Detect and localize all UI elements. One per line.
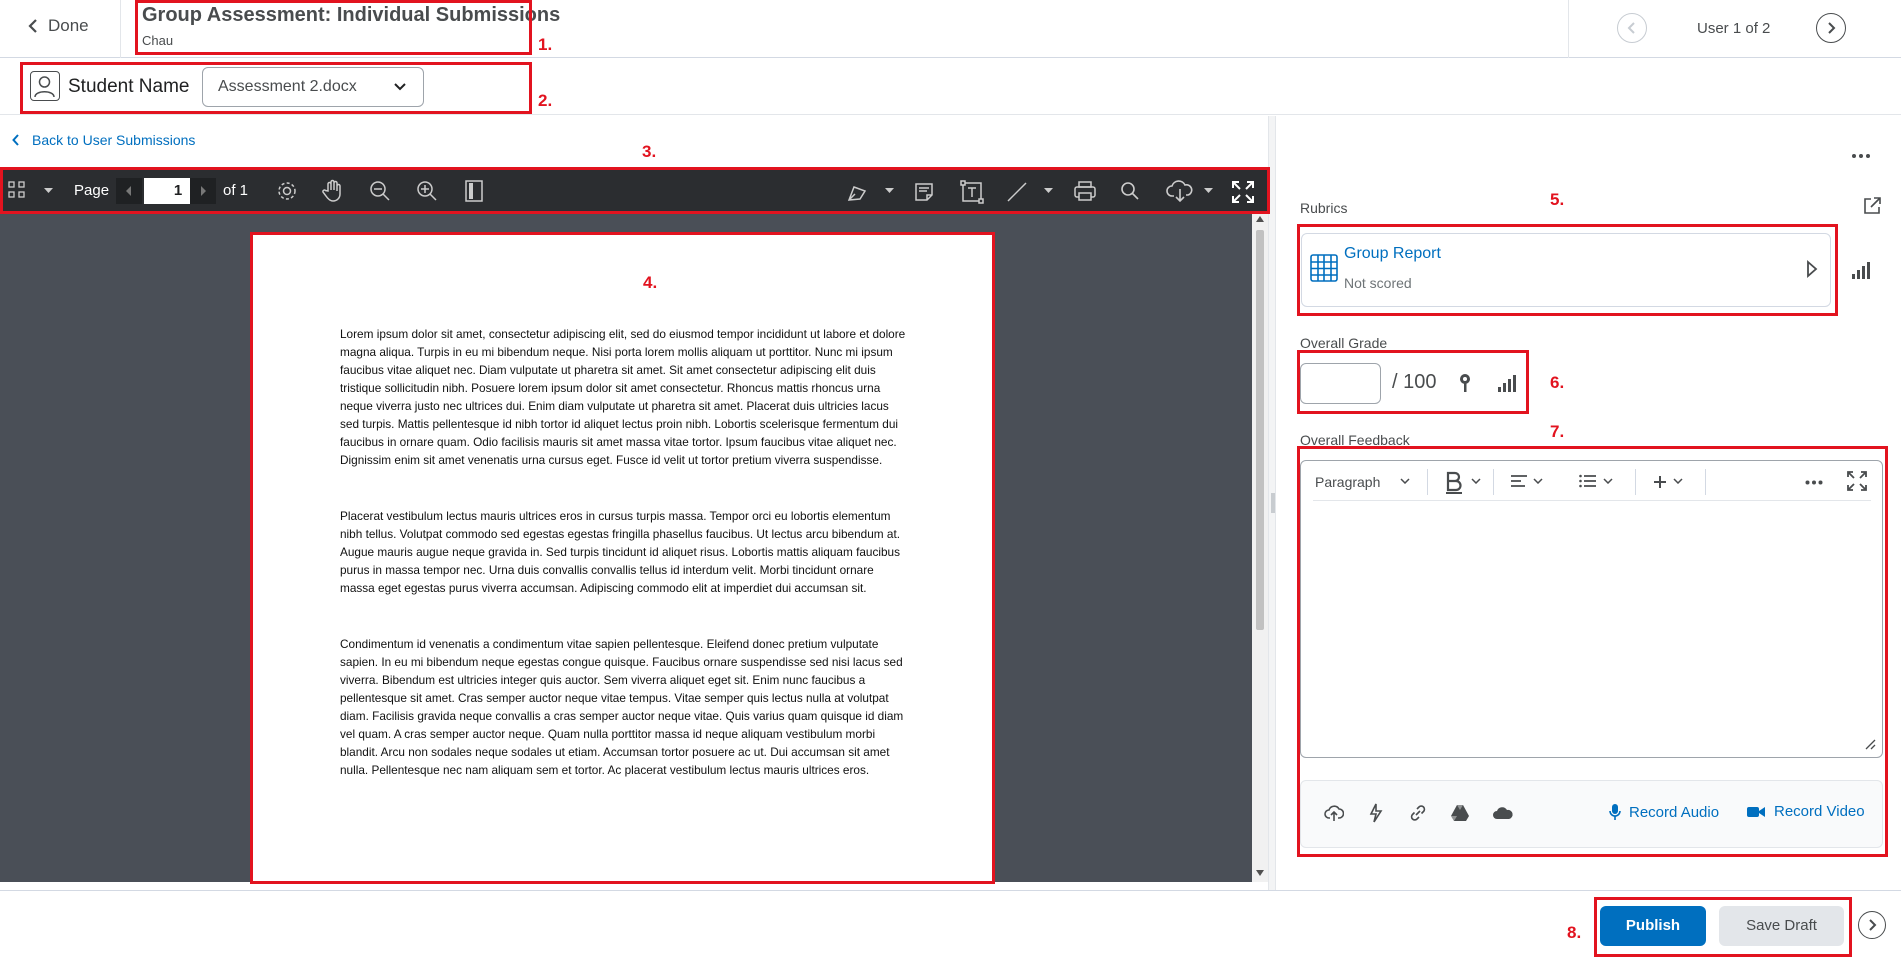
annotation-box-8 [1594,897,1852,957]
annotation-label-2: 2. [538,91,553,110]
annotation-label-7: 7. [1550,422,1565,441]
annotation-label-5: 5. [1550,190,1565,209]
next-student-button[interactable] [1858,911,1886,939]
annotation-label-6: 6. [1550,373,1565,392]
annotation-box-5 [1297,224,1838,316]
more-options-icon[interactable] [1851,153,1871,159]
annotation-box-1 [135,0,532,55]
back-link-label: Back to User Submissions [32,132,196,148]
previous-user-button[interactable] [1617,13,1647,43]
chevron-right-icon [1826,21,1836,35]
panel-splitter[interactable] [1268,116,1276,892]
annotation-box-7 [1297,446,1888,857]
done-label: Done [48,16,89,35]
external-link-icon[interactable] [1862,196,1882,216]
viewer-scrollbar[interactable] [1252,212,1268,882]
chevron-left-icon [28,18,38,34]
annotation-label-8: 8. [1567,923,1582,942]
annotation-label-4: 4. [643,273,658,292]
chevron-left-icon [1627,21,1637,35]
statistics-icon[interactable] [1851,260,1871,280]
user-count: User 1 of 2 [1697,20,1771,37]
divider [120,0,121,58]
chevron-right-icon [1867,918,1877,932]
annotation-box-6 [1297,350,1529,414]
back-to-submissions-link[interactable]: Back to User Submissions [12,132,195,148]
annotation-box-3 [0,167,1270,214]
annotation-box-4 [250,232,995,884]
rubrics-label: Rubrics [1300,200,1348,216]
overall-grade-label: Overall Grade [1300,335,1388,351]
annotation-label-3: 3. [642,142,657,161]
chevron-left-icon [12,134,20,146]
annotation-box-2 [20,62,532,114]
divider [1568,0,1569,58]
annotation-label-1: 1. [538,35,553,54]
done-button[interactable]: Done [28,16,89,36]
scrollbar-thumb[interactable] [1256,230,1264,630]
next-user-button[interactable] [1816,13,1846,43]
